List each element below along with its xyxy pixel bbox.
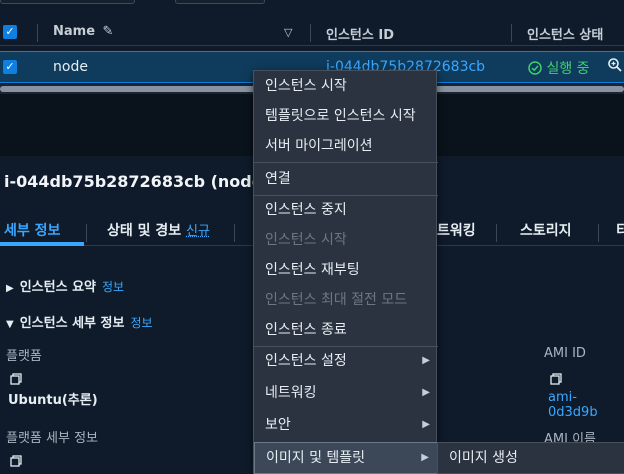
tab-divider: [234, 224, 235, 242]
section-instance-summary[interactable]: ▶ 인스턴스 요약 정보: [6, 276, 124, 295]
table-header: ✓ Name ✎ ▽ 인스턴스 ID 인스턴스 상태: [0, 20, 624, 46]
state-label: 실행 중: [546, 61, 590, 77]
tab-networking[interactable]: 트워킹: [437, 220, 476, 240]
row-state: 실행 중: [528, 58, 590, 78]
caret-down-icon: ▼: [6, 319, 14, 330]
menu-item-server-migration[interactable]: 서버 마이그레이션: [254, 131, 438, 161]
menu-item-hibernate-instance: 인스턴스 최대 절전 모드: [265, 292, 408, 308]
tab-divider: [598, 224, 599, 242]
menu-item-launch-from-template[interactable]: 템플릿으로 인스턴스 시작: [254, 101, 438, 131]
column-header-instance-id[interactable]: 인스턴스 ID: [326, 24, 394, 43]
section-summary-title: 인스턴스 요약: [19, 280, 96, 295]
ami-id-link[interactable]: ami-0d3d9b: [548, 390, 624, 420]
info-link[interactable]: 정보: [102, 280, 124, 294]
top-toolbar: [0, 0, 624, 20]
tab-status-label: 상태 및 경보: [107, 223, 182, 239]
menu-item-terminate-instance[interactable]: 인스턴스 종료: [254, 315, 438, 345]
tab-more[interactable]: 티: [616, 220, 624, 240]
caret-right-icon: ▶: [422, 355, 430, 366]
menu-item-security-label: 보안: [265, 417, 291, 433]
zoom-icon[interactable]: [607, 57, 623, 77]
menu-item-images-and-templates[interactable]: 이미지 및 템플릿 ▶: [254, 442, 438, 474]
menu-item-networking[interactable]: 네트워킹 ▶: [254, 378, 438, 408]
images-submenu: 이미지 생성: [437, 442, 624, 474]
column-divider: [310, 24, 311, 42]
menu-item-images-label: 이미지 및 템플릿: [266, 450, 366, 466]
copy-icon[interactable]: [550, 370, 562, 385]
edit-icon[interactable]: ✎: [103, 24, 114, 39]
platform-details-label: 플랫폼 세부 정보: [6, 431, 98, 446]
menu-item-create-image[interactable]: 이미지 생성: [438, 443, 624, 473]
copy-icon[interactable]: [10, 370, 22, 385]
copy-icon[interactable]: [10, 452, 22, 467]
menu-item-start-instance: 인스턴스 시작: [265, 232, 347, 248]
select-all-checkbox[interactable]: ✓: [3, 25, 17, 39]
menu-item-connect[interactable]: 연결: [254, 164, 438, 194]
menu-item-reboot-instance[interactable]: 인스턴스 재부팅: [254, 255, 438, 285]
detail-title: i-044db75b2872683cb (node): [4, 172, 270, 191]
menu-item-stop-instance[interactable]: 인스턴스 중지: [254, 195, 438, 225]
check-circle-icon: [528, 61, 546, 77]
caret-right-icon: ▶: [422, 419, 430, 430]
row-checkbox[interactable]: ✓: [3, 60, 17, 74]
platform-value: Ubuntu(추론): [8, 393, 98, 408]
column-header-instance-state[interactable]: 인스턴스 상태: [527, 24, 603, 43]
tab-storage[interactable]: 스토리지: [520, 220, 572, 240]
column-header-name-label: Name: [53, 24, 96, 39]
menu-item-instance-settings[interactable]: 인스턴스 설정 ▶: [254, 346, 438, 376]
ami-id-label: AMI ID: [544, 346, 586, 361]
tab-divider: [496, 224, 497, 242]
platform-label: 플랫폼: [6, 349, 42, 364]
menu-separator: [254, 162, 438, 163]
row-name: node: [53, 59, 88, 75]
section-details-title: 인스턴스 세부 정보: [19, 316, 125, 331]
caret-right-icon: ▶: [421, 452, 429, 463]
info-link[interactable]: 정보: [130, 316, 152, 330]
menu-item-launch-instance[interactable]: 인스턴스 시작: [254, 71, 438, 101]
ec2-console: ✓ Name ✎ ▽ 인스턴스 ID 인스턴스 상태 ✓ node i-044d…: [0, 0, 624, 474]
toolbar-button[interactable]: [175, 0, 265, 4]
column-divider: [37, 24, 38, 42]
sort-triangle-icon[interactable]: ▽: [284, 26, 292, 39]
column-header-name[interactable]: Name ✎: [53, 24, 113, 39]
column-divider: [511, 24, 512, 42]
instance-actions-menu: 인스턴스 시작 템플릿으로 인스턴스 시작 서버 마이그레이션 연결 인스턴스 …: [253, 70, 438, 474]
tab-details[interactable]: 세부 정보: [4, 220, 60, 240]
caret-right-icon: ▶: [422, 387, 430, 398]
toolbar-button[interactable]: [0, 0, 135, 4]
menu-item-instance-settings-label: 인스턴스 설정: [265, 353, 347, 369]
tab-status[interactable]: 상태 및 경보 신규: [107, 220, 210, 240]
new-badge: 신규: [186, 224, 210, 239]
tab-divider: [86, 224, 87, 242]
caret-right-icon: ▶: [6, 283, 14, 294]
section-instance-details[interactable]: ▼ 인스턴스 세부 정보 정보: [6, 312, 153, 331]
menu-item-security[interactable]: 보안 ▶: [254, 410, 438, 440]
active-tab-indicator: [0, 242, 84, 246]
menu-item-networking-label: 네트워킹: [265, 385, 317, 401]
